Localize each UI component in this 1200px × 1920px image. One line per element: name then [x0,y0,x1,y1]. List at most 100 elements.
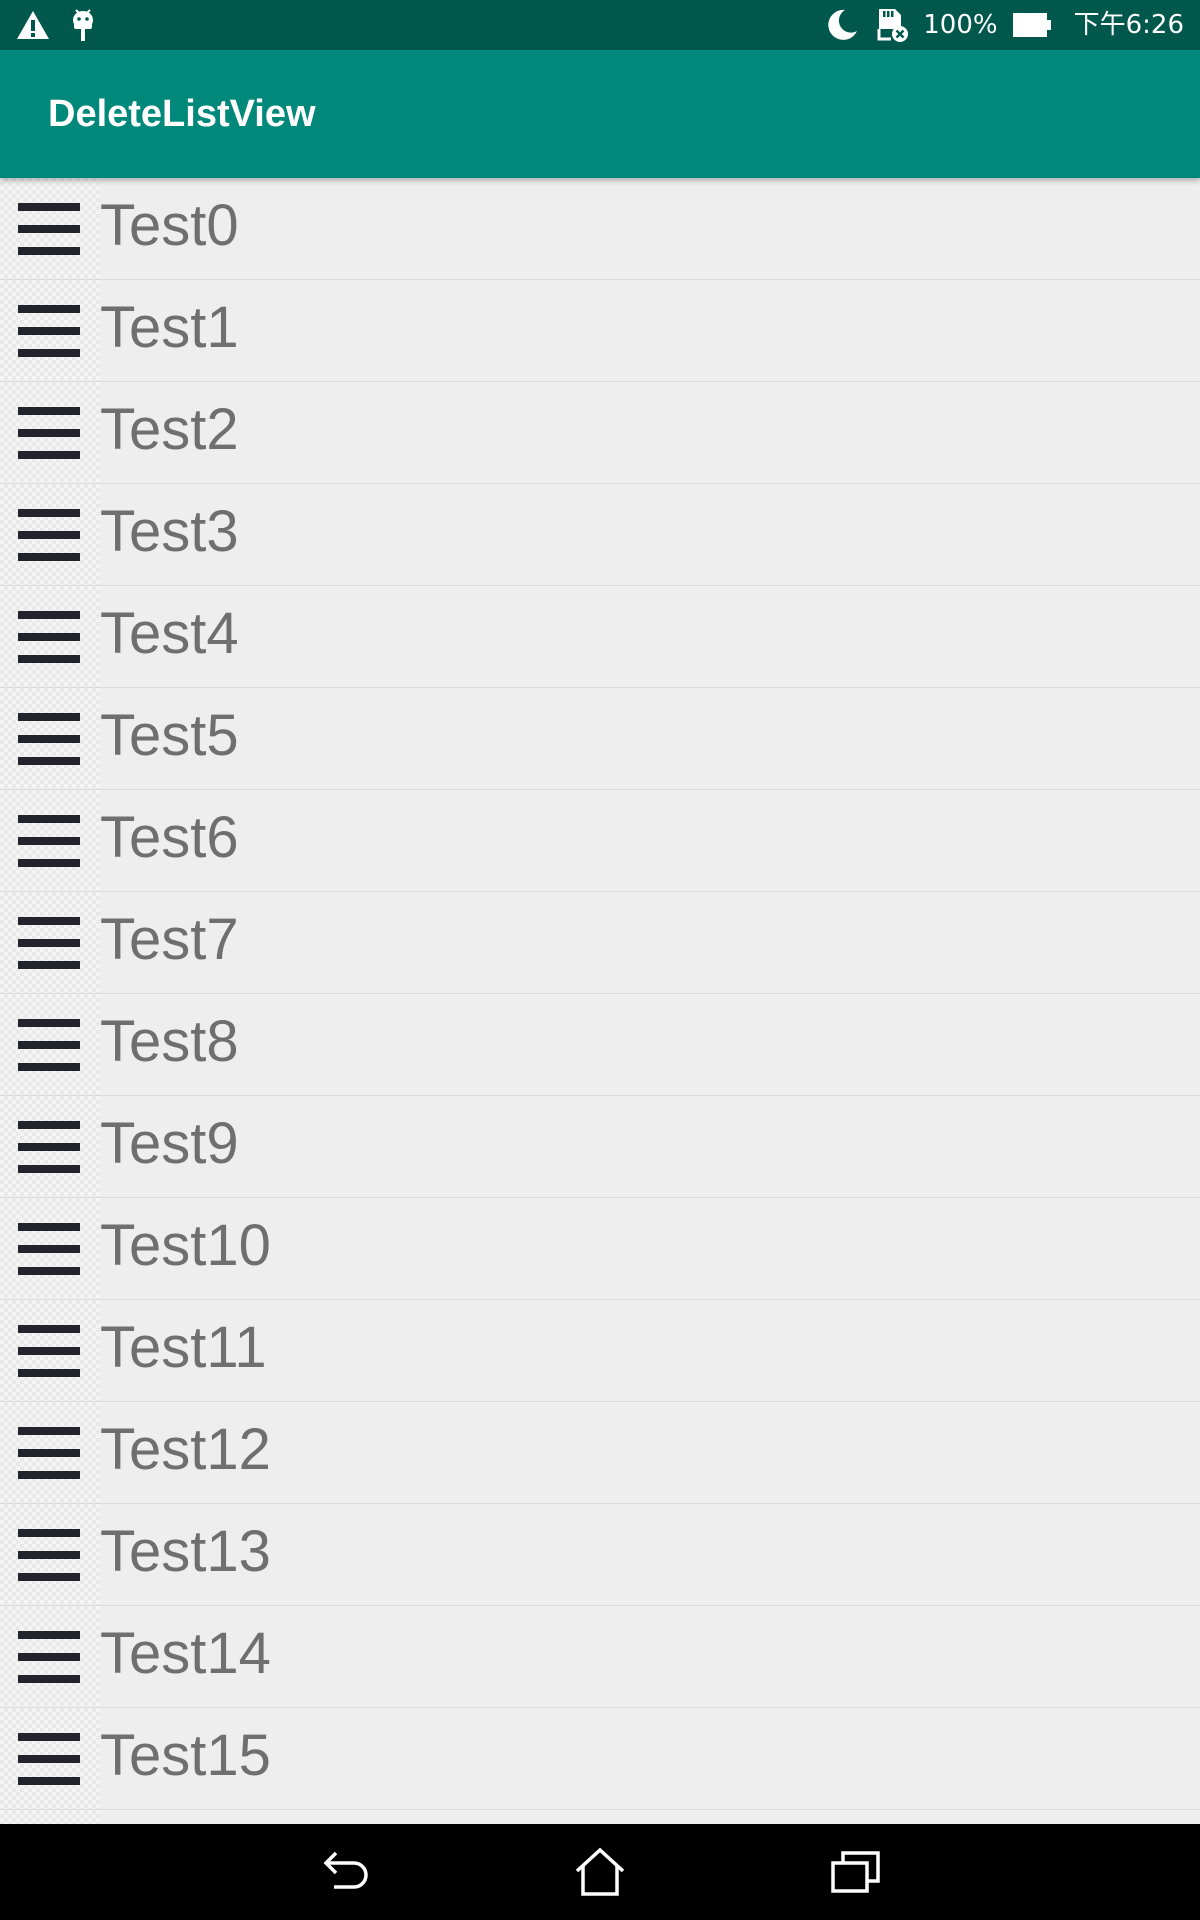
list-item[interactable]: Test5 [0,688,1200,790]
list-item[interactable]: Test4 [0,586,1200,688]
drag-handle-bar [18,1776,80,1785]
drag-handle-bar [18,632,80,641]
drag-handle-bar [18,1120,80,1129]
battery-percent: 100% [923,10,998,40]
drag-handle-bar [18,450,80,459]
drag-handle[interactable] [0,1402,100,1503]
delete-list-view[interactable]: Test0 Test1 Test2 Test3 Test4 Test5 Test6 Test7… [0,178,1200,1824]
home-icon [575,1847,625,1896]
list-item-label: Test4 [100,601,239,666]
drag-handle-bar [18,610,80,619]
drag-handle-bar [18,326,80,335]
drag-handle-bar [18,530,80,539]
drag-handle[interactable] [0,382,100,483]
list-item[interactable]: Test6 [0,790,1200,892]
drag-handle-bar [18,1222,80,1231]
drag-handle[interactable] [0,178,100,279]
drag-handle[interactable] [0,586,100,687]
drag-handle-bar [18,1674,80,1683]
list-item-label: Test9 [100,1111,239,1176]
drag-handle-bar [18,1528,80,1537]
drag-handle-bar [18,1266,80,1275]
drag-handle-icon [18,1222,80,1275]
list-item-label: Test1 [100,295,239,360]
drag-handle[interactable] [0,1606,100,1707]
drag-handle-icon [18,304,80,357]
list-item[interactable]: Test12 [0,1402,1200,1504]
drag-handle-icon [18,1528,80,1581]
drag-handle-bar [18,1426,80,1435]
drag-handle[interactable] [0,1198,100,1299]
battery-icon [1012,12,1052,38]
list-item[interactable]: Test15 [0,1708,1200,1810]
drag-handle-bar [18,1164,80,1173]
drag-handle[interactable] [0,1708,100,1809]
list-item-label: Test14 [100,1621,271,1686]
list-item-label: Test12 [100,1417,271,1482]
list-item[interactable]: Test11 [0,1300,1200,1402]
drag-handle[interactable] [0,280,100,381]
drag-handle-bar [18,1550,80,1559]
drag-handle-bar [18,552,80,561]
list-item-label: Test2 [100,397,239,462]
drag-handle-icon [18,1426,80,1479]
list-item-label: Test15 [100,1723,271,1788]
drag-handle[interactable] [0,790,100,891]
list-item[interactable]: Test2 [0,382,1200,484]
navigation-bar [0,1824,1200,1920]
drag-handle-bar [18,508,80,517]
drag-handle-bar [18,1346,80,1355]
status-bar: 100% 下午6:26 [0,0,1200,50]
drag-handle-bar [18,1062,80,1071]
app-bar: DeleteListView [0,50,1200,178]
list-item[interactable]: Test1 [0,280,1200,382]
list-item[interactable]: Test14 [0,1606,1200,1708]
drag-handle-icon [18,202,80,255]
list-item[interactable]: Test0 [0,178,1200,280]
drag-handle-icon [18,1324,80,1377]
drag-handle[interactable] [0,1810,100,1824]
drag-handle[interactable] [0,892,100,993]
drag-handle-icon [18,406,80,459]
drag-handle-bar [18,1732,80,1741]
list-item[interactable]: Test9 [0,1096,1200,1198]
drag-handle[interactable] [0,1504,100,1605]
drag-handle-bar [18,712,80,721]
back-icon [323,1851,368,1889]
recents-button[interactable] [728,1824,984,1920]
list-item-label: Test8 [100,1009,239,1074]
drag-handle-bar [18,916,80,925]
list-item[interactable]: Test10 [0,1198,1200,1300]
drag-handle[interactable] [0,1096,100,1197]
list-item-label: Test0 [100,193,239,258]
drag-handle[interactable] [0,1300,100,1401]
back-button[interactable] [216,1824,472,1920]
drag-handle-bar [18,304,80,313]
home-button[interactable] [472,1824,728,1920]
drag-handle[interactable] [0,484,100,585]
drag-handle-icon [18,610,80,663]
drag-handle-bar [18,1244,80,1253]
clock: 下午6:26 [1073,10,1184,40]
drag-handle-icon [18,814,80,867]
drag-handle-bar [18,960,80,969]
drag-handle-bar [18,1142,80,1151]
list-item-label: Test7 [100,907,239,972]
list-item-label: Test5 [100,703,239,768]
drag-handle[interactable] [0,688,100,789]
list-item[interactable]: Test3 [0,484,1200,586]
list-item-label: Test10 [100,1213,271,1278]
list-item[interactable]: Test16 [0,1810,1200,1824]
status-right-icons: 100% 下午6:26 [823,7,1184,43]
screen: 100% 下午6:26 DeleteListView Test0 Test1 Tes… [0,0,1200,1920]
drag-handle-bar [18,756,80,765]
drag-handle[interactable] [0,994,100,1095]
drag-handle-bar [18,224,80,233]
list-item[interactable]: Test8 [0,994,1200,1096]
list-item[interactable]: Test13 [0,1504,1200,1606]
status-left-icons [16,8,96,42]
list-item[interactable]: Test7 [0,892,1200,994]
drag-handle-bar [18,348,80,357]
android-debug-icon [70,8,96,42]
drag-handle-bar [18,1018,80,1027]
